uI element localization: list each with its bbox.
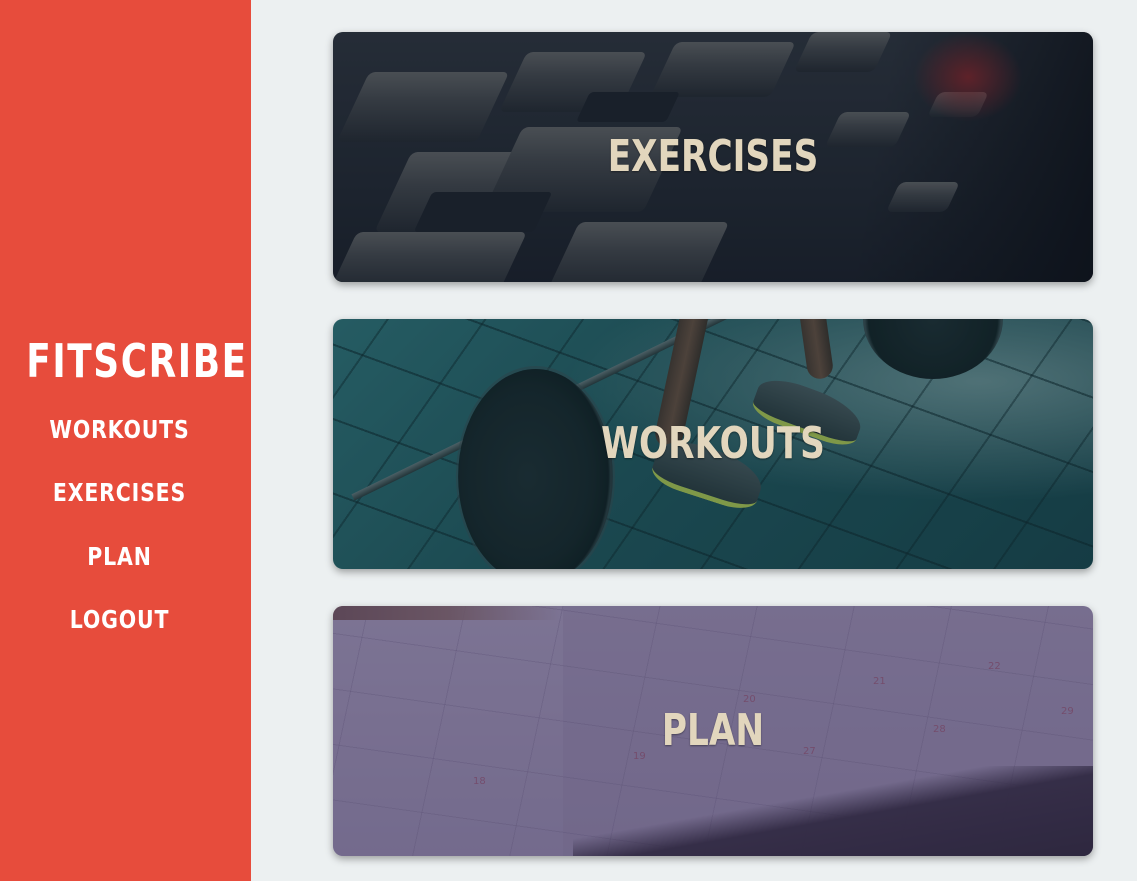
nav-exercises-link[interactable]: EXERCISES bbox=[22, 478, 218, 508]
nav-logout-link[interactable]: LOGOUT bbox=[22, 605, 218, 635]
workouts-card-title: WORKOUTS bbox=[601, 418, 825, 469]
exercises-card-title: EXERCISES bbox=[607, 131, 819, 182]
plan-card-title: PLAN bbox=[661, 705, 765, 756]
nav-plan-link[interactable]: PLAN bbox=[22, 542, 218, 572]
exercises-card[interactable]: EXERCISES bbox=[333, 32, 1093, 282]
nav-workouts-link[interactable]: WORKOUTS bbox=[22, 415, 218, 445]
workouts-card[interactable]: WORKOUTS bbox=[333, 319, 1093, 569]
brand-logo[interactable]: FITSCRIBE bbox=[26, 334, 246, 388]
app: FITSCRIBE WORKOUTS EXERCISES PLAN LOGOUT bbox=[0, 0, 1137, 881]
sidebar: FITSCRIBE WORKOUTS EXERCISES PLAN LOGOUT bbox=[0, 0, 251, 881]
plan-card[interactable]: 29 21 22 28 27 20 18 19 PLAN bbox=[333, 606, 1093, 856]
